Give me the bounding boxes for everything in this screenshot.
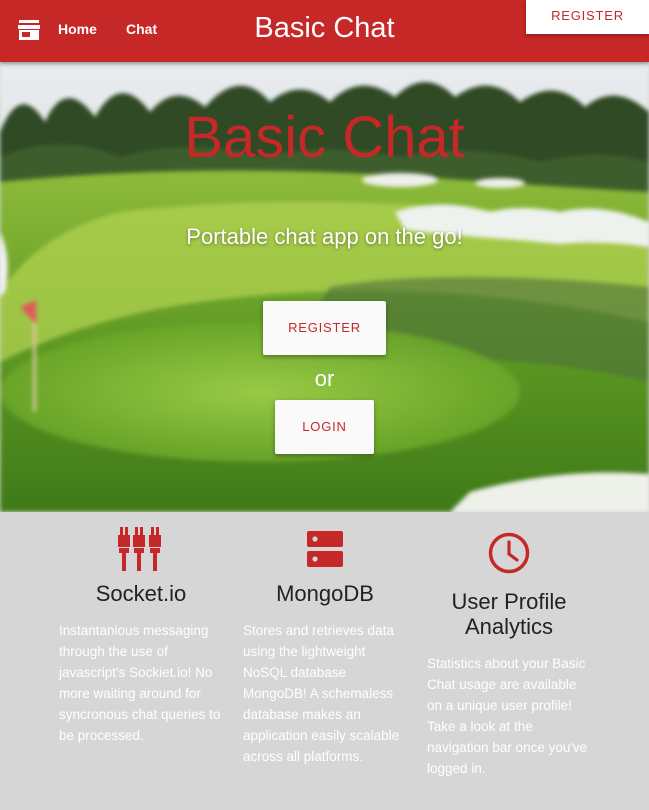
feature-desc-socketio: Instantanious messaging through the use … (59, 623, 221, 743)
hero-login-button[interactable]: LOGIN (275, 400, 374, 454)
hero-subtitle: Portable chat app on the go! (186, 224, 463, 249)
feature-desc-mongodb: Stores and retrieves data using the ligh… (243, 623, 400, 764)
feature-desc-analytics: Statistics about your Basic Chat usage a… (427, 656, 588, 776)
feature-title-socketio: Socket.io (95, 581, 187, 606)
hero-title: Basic Chat (184, 105, 465, 170)
nav-register-button[interactable]: REGISTER (526, 0, 649, 34)
feature-title-mongodb: MongoDB (276, 581, 374, 606)
clock-icon (488, 532, 530, 574)
database-server-icon (307, 531, 343, 567)
navbar: Home Chat Basic Chat REGISTER (0, 0, 649, 62)
or-separator: or (314, 366, 335, 391)
feature-title-analytics: User Profile Analytics (451, 589, 567, 639)
hero-section: Basic Chat Portable chat app on the go! … (0, 62, 649, 512)
hero-register-button[interactable]: REGISTER (263, 301, 386, 355)
socket-plugs-icon (118, 527, 161, 571)
